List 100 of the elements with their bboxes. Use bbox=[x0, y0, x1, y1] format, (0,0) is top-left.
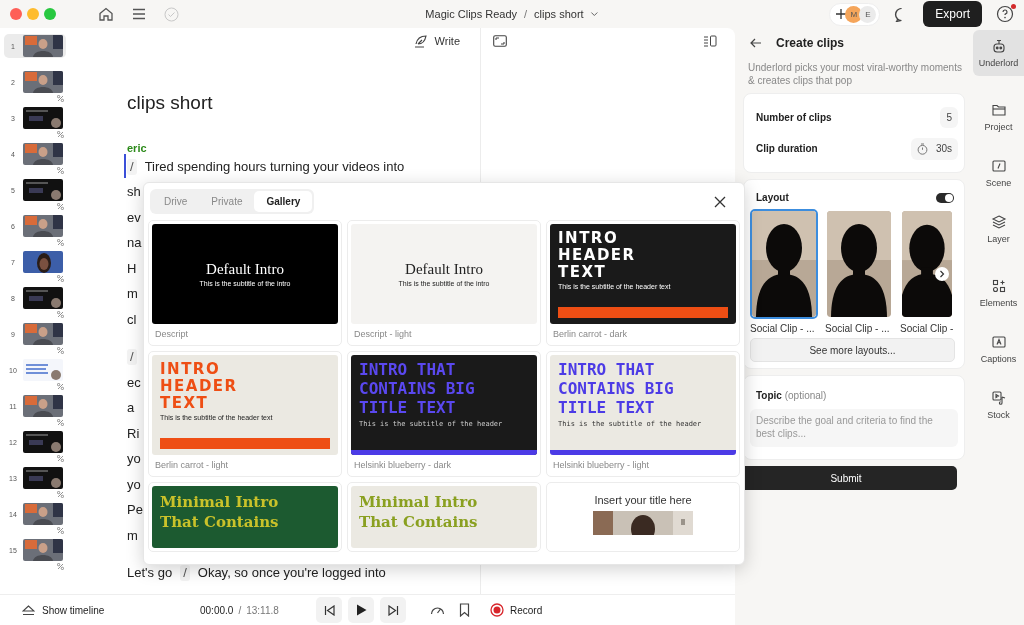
see-more-layouts-button[interactable]: See more layouts... bbox=[750, 338, 955, 362]
script-text[interactable]: m bbox=[127, 284, 138, 305]
write-button[interactable]: Write bbox=[412, 34, 460, 48]
user-avatar: E bbox=[859, 5, 877, 23]
show-timeline-button[interactable]: Show timeline bbox=[22, 604, 200, 616]
script-text[interactable]: a bbox=[127, 398, 135, 419]
script-text[interactable]: Let's go bbox=[127, 563, 173, 584]
template-heading: Insert your title here bbox=[594, 494, 692, 506]
panel-title: Create clips bbox=[776, 36, 845, 50]
scene-marker[interactable]: / bbox=[180, 565, 190, 582]
record-button[interactable]: Record bbox=[490, 603, 543, 617]
chevron-down-icon[interactable] bbox=[590, 11, 599, 17]
speed-icon[interactable] bbox=[430, 604, 445, 616]
transition-icon[interactable] bbox=[57, 203, 64, 210]
section-label: Layout bbox=[756, 192, 789, 203]
timer-icon bbox=[916, 142, 928, 155]
template-card[interactable]: Minimal Intro That Contains bbox=[148, 482, 342, 552]
panel-description: Underlord picks your most viral-worthy moments & creates clips that pop bbox=[747, 61, 963, 88]
script-text[interactable]: m bbox=[127, 525, 138, 546]
home-icon[interactable] bbox=[98, 6, 114, 22]
close-icon[interactable] bbox=[714, 195, 726, 208]
transition-icon[interactable] bbox=[57, 131, 64, 138]
sidebar-tab[interactable]: Captions bbox=[973, 326, 1024, 372]
setting-label: Clip duration bbox=[756, 143, 818, 154]
export-button[interactable]: Export bbox=[923, 1, 982, 27]
transition-icon[interactable] bbox=[57, 383, 64, 390]
sidebar-tab[interactable]: Underlord bbox=[973, 30, 1024, 76]
template-name: Helsinki blueberry - dark bbox=[353, 459, 453, 472]
script-text[interactable]: cl bbox=[127, 309, 137, 330]
template-heading: Minimal Intro That Contains bbox=[160, 492, 280, 532]
skip-back-button[interactable] bbox=[316, 597, 342, 623]
layout-option[interactable]: Social Clip - ... bbox=[825, 209, 893, 334]
transition-icon[interactable] bbox=[57, 419, 64, 426]
transition-icon[interactable] bbox=[57, 455, 64, 462]
template-heading: INTRO THAT CONTAINS BIG TITLE TEXT bbox=[359, 360, 476, 417]
speaker-label[interactable]: eric bbox=[127, 142, 480, 154]
sidebar-tab[interactable]: Elements bbox=[973, 270, 1024, 316]
transition-icon[interactable] bbox=[57, 239, 64, 246]
script-text[interactable]: Pe bbox=[127, 500, 143, 521]
elements-icon bbox=[990, 278, 1007, 294]
script-text[interactable]: Tired spending hours turning your videos into bbox=[144, 156, 405, 177]
transition-icon[interactable] bbox=[57, 347, 64, 354]
script-text[interactable]: yo bbox=[127, 474, 141, 495]
topic-field[interactable]: Describe the goal and criteria to find the best clips... bbox=[750, 409, 958, 447]
template-name: Berlin carrot - dark bbox=[552, 328, 629, 341]
gallery-tab[interactable]: Gallery bbox=[254, 191, 313, 212]
setting-field[interactable]: 30s bbox=[910, 137, 958, 160]
stock-icon bbox=[990, 390, 1007, 406]
layout-toggle[interactable] bbox=[936, 192, 954, 203]
template-heading: INTRO HEADER TEXT bbox=[558, 230, 637, 281]
scene-marker[interactable]: / bbox=[127, 158, 137, 175]
project-name[interactable]: Magic Clips Ready bbox=[425, 8, 518, 20]
bookmark-icon[interactable] bbox=[459, 603, 470, 617]
scene-marker[interactable]: / bbox=[127, 349, 137, 366]
back-arrow-icon[interactable] bbox=[750, 38, 762, 48]
composition-name[interactable]: clips short bbox=[534, 8, 584, 20]
skip-forward-button[interactable] bbox=[380, 597, 406, 623]
script-text[interactable]: sh bbox=[127, 182, 141, 203]
layout-option[interactable]: Social Clip - bbox=[900, 209, 954, 334]
panel-toggle-icon[interactable] bbox=[703, 35, 717, 47]
menu-icon[interactable] bbox=[132, 8, 146, 20]
document-title[interactable]: clips short bbox=[127, 92, 480, 114]
breadcrumb-separator: / bbox=[524, 8, 528, 20]
template-card[interactable]: Insert your title here bbox=[546, 482, 740, 552]
maximize-window-button[interactable] bbox=[44, 8, 56, 20]
check-circle-icon[interactable] bbox=[164, 6, 179, 22]
setting-field[interactable]: 5 bbox=[940, 107, 958, 128]
transition-icon[interactable] bbox=[57, 491, 64, 498]
transition-icon[interactable] bbox=[57, 527, 64, 534]
current-time: 00:00.0 bbox=[200, 604, 234, 616]
script-text[interactable]: Okay, so once you're logged into bbox=[197, 563, 386, 584]
script-text[interactable]: yo bbox=[127, 449, 141, 470]
help-icon[interactable] bbox=[996, 5, 1014, 23]
captions-icon bbox=[990, 334, 1007, 350]
skip-forward-icon bbox=[387, 604, 399, 616]
sidebar-tab[interactable]: Layer bbox=[973, 206, 1024, 252]
layers-icon bbox=[990, 214, 1007, 230]
minimize-window-button[interactable] bbox=[27, 8, 39, 20]
transition-icon[interactable] bbox=[57, 275, 64, 282]
script-text[interactable]: ec bbox=[127, 372, 141, 393]
script-text[interactable]: na bbox=[127, 233, 142, 254]
sidebar-tab[interactable]: Project bbox=[973, 94, 1024, 140]
script-text[interactable]: ev bbox=[127, 207, 141, 228]
template-heading: INTRO THAT CONTAINS BIG TITLE TEXT bbox=[558, 360, 675, 417]
transition-icon[interactable] bbox=[57, 563, 64, 570]
close-window-button[interactable] bbox=[10, 8, 22, 20]
total-duration: 13:11.8 bbox=[246, 604, 279, 616]
script-text[interactable]: H bbox=[127, 258, 137, 279]
sidebar-tab[interactable]: Scene bbox=[973, 150, 1024, 196]
transition-icon[interactable] bbox=[57, 311, 64, 318]
collaborators-button[interactable]: M E bbox=[829, 2, 881, 26]
robot-icon bbox=[990, 38, 1007, 54]
transition-icon[interactable] bbox=[57, 167, 64, 174]
aspect-ratio-icon[interactable] bbox=[493, 35, 507, 47]
transition-icon[interactable] bbox=[57, 95, 64, 102]
script-text[interactable]: Ri bbox=[127, 423, 140, 444]
pen-icon bbox=[412, 34, 429, 48]
sidebar-tab[interactable]: Stock bbox=[973, 382, 1024, 428]
play-button[interactable] bbox=[348, 597, 374, 623]
template-heading: Default Intro bbox=[206, 261, 284, 278]
